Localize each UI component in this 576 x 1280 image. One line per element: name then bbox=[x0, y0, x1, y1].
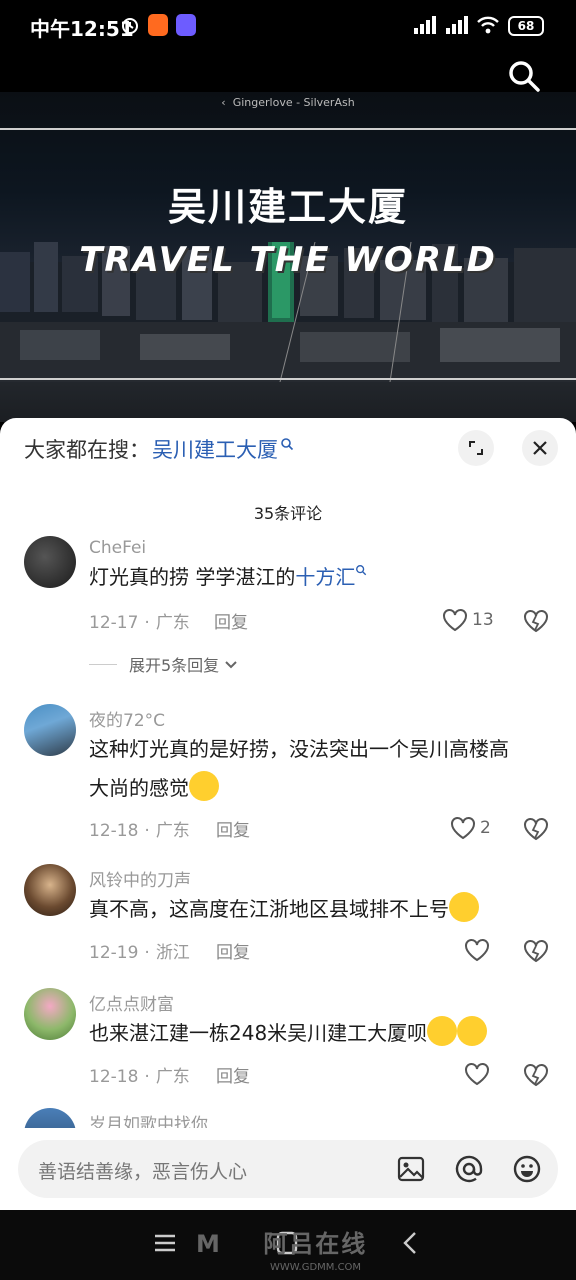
search-icon[interactable] bbox=[506, 58, 542, 94]
status-time: 中午12:51 bbox=[30, 17, 134, 41]
comment-meta: 12-18 · 广东 bbox=[89, 821, 190, 841]
like-count: 13 bbox=[472, 610, 494, 630]
hot-search-label: 大家都在搜： bbox=[24, 438, 150, 462]
hot-search-keyword[interactable]: 吴川建工大厦 bbox=[152, 434, 278, 464]
divider bbox=[0, 128, 576, 130]
dislike-icon[interactable] bbox=[522, 1060, 550, 1088]
alarm-icon bbox=[122, 18, 138, 34]
heart-icon bbox=[451, 817, 475, 840]
menu-icon[interactable] bbox=[150, 1228, 180, 1258]
image-icon[interactable] bbox=[396, 1154, 426, 1184]
hot-search-bar[interactable]: 大家都在搜： 吴川建工大厦 bbox=[24, 432, 294, 466]
mention-icon[interactable] bbox=[454, 1154, 484, 1184]
search-icon bbox=[356, 565, 367, 576]
comment-text: 灯光真的捞 学学湛江的十方汇 bbox=[89, 558, 559, 597]
battery-indicator: 68 bbox=[508, 16, 544, 36]
video-frame: ‹ Gingerlove - SilverAsh 吴川建工大厦 TRAVEL T… bbox=[0, 92, 576, 422]
status-bar: 中午12:51 68 bbox=[0, 0, 576, 52]
comment-input-placeholder: 善语结善缘，恶言伤人心 bbox=[38, 1161, 248, 1183]
signal-icon bbox=[414, 16, 436, 34]
divider bbox=[0, 378, 576, 380]
comment-username[interactable]: 亿点点财富 bbox=[89, 990, 174, 1015]
wifi-icon bbox=[477, 16, 499, 34]
avatar[interactable] bbox=[24, 536, 76, 588]
comment-item: 岁月如歌中找你 bbox=[0, 1108, 576, 1128]
dislike-icon[interactable] bbox=[522, 606, 550, 634]
comment-username[interactable]: CheFei bbox=[89, 538, 146, 558]
surprised-emoji-icon bbox=[189, 771, 219, 801]
comment-input[interactable]: 善语结善缘，恶言伤人心 bbox=[18, 1140, 558, 1198]
search-icon bbox=[281, 438, 294, 451]
video-player[interactable]: ‹ Gingerlove - SilverAsh 吴川建工大厦 TRAVEL T… bbox=[0, 52, 576, 422]
comment-username[interactable]: 风铃中的刀声 bbox=[89, 866, 191, 891]
like-count: 2 bbox=[480, 818, 491, 838]
comment-text: 真不高，这高度在江浙地区县域排不上号 bbox=[89, 890, 559, 929]
comment-text: 这种灯光真的是好捞，没法突出一个吴川高楼高 大尚的感觉 bbox=[89, 737, 509, 801]
dislike-icon[interactable] bbox=[522, 814, 550, 842]
chevron-down-icon bbox=[225, 661, 237, 669]
avatar[interactable] bbox=[24, 988, 76, 1040]
comment-username[interactable]: 岁月如歌中找你 bbox=[89, 1110, 208, 1128]
dislike-icon[interactable] bbox=[522, 936, 550, 964]
comment-text: 也来湛江建一栋248米吴川建工大厦呗 bbox=[89, 1014, 559, 1053]
comment-meta: 12-19 · 浙江 bbox=[89, 943, 190, 963]
heart-icon bbox=[465, 1063, 489, 1086]
avatar[interactable] bbox=[24, 1108, 76, 1128]
reply-button[interactable]: 回复 bbox=[216, 938, 250, 963]
divider bbox=[89, 663, 117, 665]
system-nav-bar: M 阿吕在线 WWW.GDMM.COM bbox=[0, 1210, 576, 1280]
video-title-overlay: 吴川建工大厦 bbox=[167, 185, 408, 229]
heart-icon bbox=[465, 939, 489, 962]
laughing-emoji-icon bbox=[449, 892, 479, 922]
like-button[interactable] bbox=[464, 936, 494, 964]
like-button[interactable]: 2 bbox=[450, 814, 510, 842]
avatar[interactable] bbox=[24, 704, 76, 756]
video-subtitle-overlay: TRAVEL THE WORLD bbox=[79, 240, 497, 280]
comment-meta: 12-18 · 广东 bbox=[89, 1067, 190, 1087]
close-button[interactable] bbox=[522, 430, 558, 466]
close-icon bbox=[533, 441, 547, 455]
watermark-url: WWW.GDMM.COM bbox=[270, 1262, 362, 1273]
fullscreen-button[interactable] bbox=[458, 430, 494, 466]
reply-button[interactable]: 回复 bbox=[214, 608, 248, 633]
comment-meta: 12-17 · 广东 bbox=[89, 613, 190, 633]
comment-item: 风铃中的刀声 真不高，这高度在江浙地区县域排不上号 12-19 · 浙江 回复 bbox=[0, 864, 576, 974]
comment-count: 35条评论 bbox=[253, 504, 323, 523]
back-icon[interactable] bbox=[396, 1228, 426, 1258]
avatar[interactable] bbox=[24, 864, 76, 916]
app-notification-icon bbox=[148, 14, 168, 36]
like-button[interactable]: 13 bbox=[442, 606, 502, 634]
app-notification-icon bbox=[176, 14, 196, 36]
comment-username[interactable]: 夜的72°C bbox=[89, 706, 165, 731]
expand-replies-button[interactable]: 展开5条回复 bbox=[89, 652, 239, 676]
signal-icon bbox=[446, 16, 468, 34]
comment-item: 亿点点财富 也来湛江建一栋248米吴川建工大厦呗 12-18 · 广东 回复 bbox=[0, 988, 576, 1098]
comment-sheet: 大家都在搜： 吴川建工大厦 35条评论 CheFei 灯光真的捞 学学湛江的十方… bbox=[0, 418, 576, 1280]
comment-item: CheFei 灯光真的捞 学学湛江的十方汇 12-17 · 广东 回复 13 展开5… bbox=[0, 536, 576, 676]
watermark-logo: M 阿吕在线 bbox=[196, 1230, 368, 1258]
reply-button[interactable]: 回复 bbox=[216, 1062, 250, 1087]
reply-button[interactable]: 回复 bbox=[216, 816, 250, 841]
music-credit: ‹ Gingerlove - SilverAsh bbox=[221, 96, 355, 109]
comment-search-link[interactable]: 十方汇 bbox=[295, 565, 355, 589]
heart-icon bbox=[443, 609, 467, 632]
emoji-icon[interactable] bbox=[512, 1154, 542, 1184]
expand-icon bbox=[469, 441, 483, 455]
laughing-emoji-icon bbox=[457, 1016, 488, 1046]
comment-item: 夜的72°C 这种灯光真的是好捞，没法突出一个吴川高楼高 大尚的感觉 12-18… bbox=[0, 704, 576, 844]
laughing-emoji-icon bbox=[427, 1016, 458, 1046]
like-button[interactable] bbox=[464, 1060, 494, 1088]
